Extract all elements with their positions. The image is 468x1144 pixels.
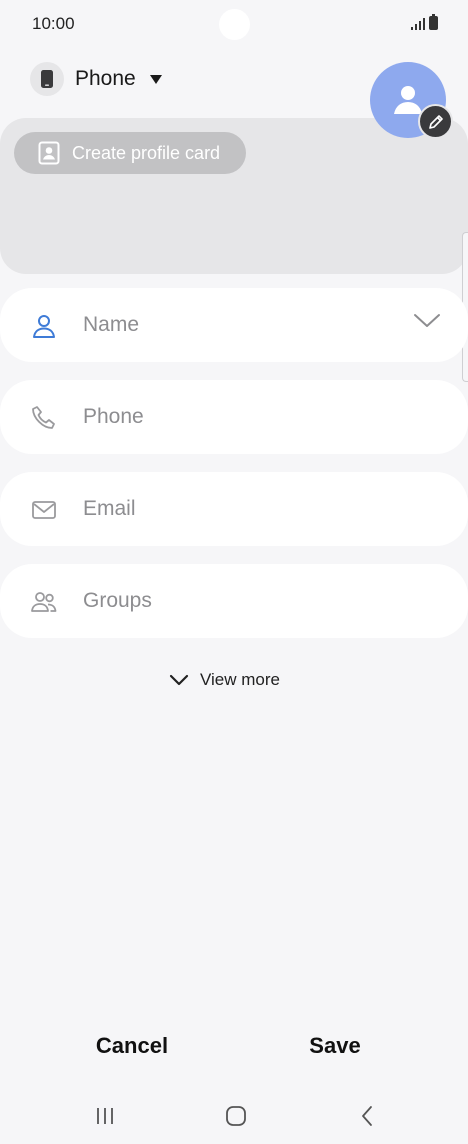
group-icon xyxy=(31,592,57,612)
caret-down-icon xyxy=(149,74,162,84)
account-title: Phone xyxy=(75,67,136,90)
create-profile-card-label: Create profile card xyxy=(72,142,221,163)
recent-apps-icon xyxy=(97,1108,113,1124)
status-icons xyxy=(411,14,438,30)
person-icon xyxy=(33,315,55,338)
account-selector[interactable]: Phone xyxy=(30,61,162,97)
camera-cutout xyxy=(219,9,250,40)
back-button[interactable] xyxy=(352,1102,382,1130)
home-button[interactable] xyxy=(221,1102,251,1130)
save-button[interactable]: Save xyxy=(285,1026,385,1066)
name-field-label: Name xyxy=(83,313,140,336)
phone-handset-icon xyxy=(32,406,55,429)
groups-field[interactable]: Groups xyxy=(0,564,468,638)
profile-card-icon xyxy=(38,141,60,165)
home-icon xyxy=(226,1106,246,1126)
pencil-icon xyxy=(428,114,443,129)
chevron-down-icon[interactable] xyxy=(412,310,442,330)
signal-icon xyxy=(411,17,425,30)
view-more-button[interactable]: View more xyxy=(168,664,280,696)
view-more-label: View more xyxy=(200,670,280,689)
groups-field-label: Groups xyxy=(83,589,152,612)
profile-card-area: Create profile card xyxy=(0,118,468,274)
email-field[interactable]: Email xyxy=(0,472,468,546)
email-field-label: Email xyxy=(83,497,136,520)
edit-avatar-button[interactable] xyxy=(418,104,453,139)
phone-field[interactable]: Phone xyxy=(0,380,468,454)
battery-icon xyxy=(429,14,438,30)
name-field[interactable]: Name xyxy=(0,288,468,362)
recent-apps-button[interactable] xyxy=(90,1102,120,1130)
phone-device-icon xyxy=(30,62,64,96)
envelope-icon xyxy=(32,501,56,519)
navigation-bar xyxy=(0,1088,468,1144)
create-profile-card-button[interactable]: Create profile card xyxy=(14,132,246,174)
phone-field-label: Phone xyxy=(83,405,144,428)
back-icon xyxy=(362,1106,372,1126)
cancel-button[interactable]: Cancel xyxy=(72,1026,192,1066)
status-bar: 10:00 xyxy=(0,0,468,50)
status-time: 10:00 xyxy=(32,14,75,33)
chevron-down-icon xyxy=(169,674,189,686)
